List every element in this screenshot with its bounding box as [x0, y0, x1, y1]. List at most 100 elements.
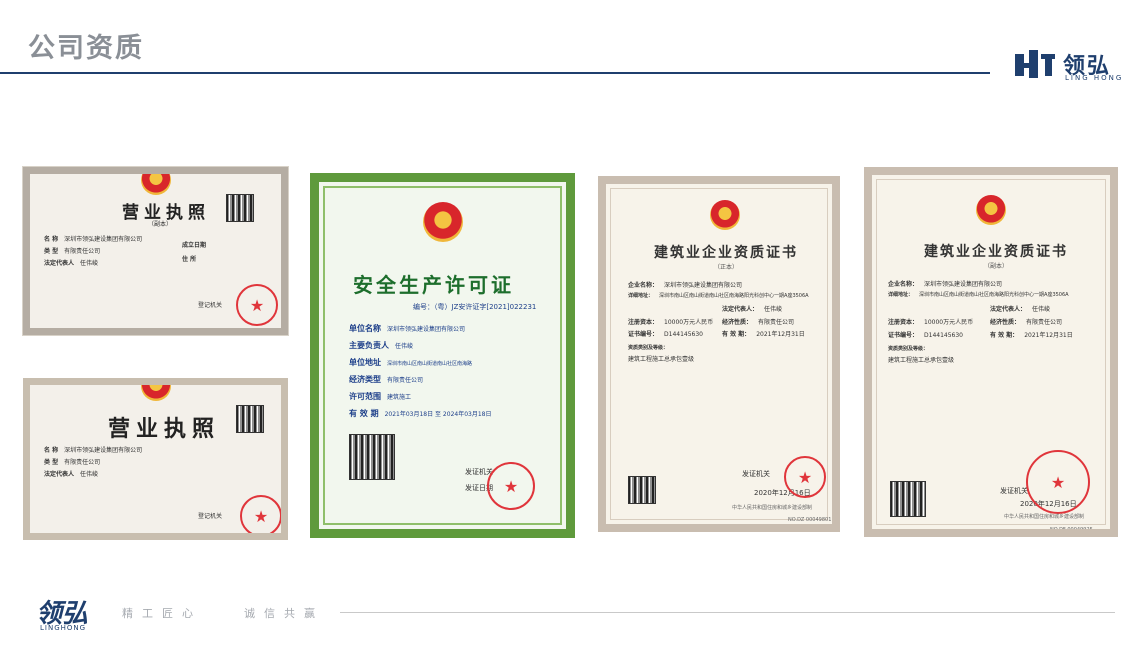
- field-value: 任伟峻: [1032, 306, 1051, 313]
- qualification-certificate-original: 建筑业企业资质证书 （正本） 企业名称： 深圳市领弘建设集团有限公司 详细地址： 深…: [598, 176, 840, 532]
- field-label: 证书编号：: [628, 331, 659, 338]
- field-value: 建筑工程施工总承包壹级: [628, 356, 695, 363]
- field-value: D144145630: [664, 331, 703, 338]
- field-value: 2021年12月31日: [1024, 332, 1073, 339]
- field-value: 有限责任公司: [1026, 319, 1063, 326]
- business-license-original: 营业执照 名 称深圳市领弘建设集团有限公司 类 型有限责任公司 法定代表人 任伟峻…: [23, 378, 288, 540]
- field-label: 类 型: [44, 459, 59, 466]
- field-value: 有限责任公司: [387, 377, 424, 384]
- field-label: 法定代表人: [44, 260, 75, 267]
- page-title: 公司资质: [28, 33, 144, 64]
- field-label: 法定代表人: [44, 471, 75, 478]
- certificate-footer: 中华人民共和国住房和城乡建设部制: [732, 505, 813, 511]
- field-value: 有限责任公司: [64, 248, 101, 255]
- footer-slogan-left: 精工匠心: [122, 607, 202, 620]
- field-label: 法定代表人：: [990, 306, 1027, 313]
- qr-code-icon: [226, 194, 254, 222]
- field-label: 单位地址: [349, 358, 381, 367]
- field-label: 有 效 期：: [990, 332, 1019, 339]
- permit-title: 安全生产许可证: [353, 273, 514, 297]
- qr-code-icon: [890, 481, 926, 517]
- field-value: 深圳市领弘建设集团有限公司: [64, 447, 143, 454]
- qr-code-icon: [349, 434, 395, 480]
- national-emblem-icon: [710, 200, 740, 230]
- field-value: 建筑施工: [387, 394, 412, 401]
- field-label: 名 称: [44, 447, 59, 454]
- qualification-certificate-copy: 建筑业企业资质证书 （副本） 企业名称： 深圳市领弘建设集团有限公司 详细地址： 深…: [864, 167, 1118, 537]
- national-emblem-icon: [423, 202, 463, 242]
- national-emblem-icon: [141, 174, 171, 195]
- field-value: 深圳市南山区南山街道南山社区南海路: [387, 361, 473, 367]
- official-seal-icon: ★: [236, 284, 278, 326]
- field-label: 资质类别及等级：: [888, 346, 929, 352]
- title-divider: [0, 72, 990, 74]
- official-seal-icon: ★: [487, 462, 535, 510]
- field-label: 法定代表人：: [722, 306, 759, 313]
- certificate-authority: 发证机关: [1000, 487, 1028, 495]
- field-label: 类 型: [44, 248, 59, 255]
- field-value: 任伟峻: [80, 471, 99, 478]
- certificate-code: NO.DZ 00049801: [788, 517, 832, 523]
- certificate-title: 建筑业企业资质证书: [924, 244, 1068, 260]
- field-label: 单位名称: [349, 324, 381, 333]
- safety-production-permit: 安全生产许可证 编号：（粤）JZ安许证字[2021]022231 单位名称 深圳市…: [310, 173, 575, 538]
- national-emblem-icon: [141, 385, 171, 401]
- brand-name-en: LING HONG: [1065, 74, 1124, 82]
- field-label: 企业名称：: [888, 281, 919, 288]
- business-license-copy: 营业执照 （副本） 名 称深圳市领弘建设集团有限公司 类 型有限责任公司 法定代…: [22, 166, 289, 336]
- field-value: 10000万元人民币: [924, 319, 974, 326]
- field-value: 2021年12月31日: [756, 331, 805, 338]
- brand-logo: 领弘 LING HONG: [1015, 48, 1135, 82]
- field-label: 企业名称：: [628, 282, 659, 289]
- certificate-subtitle: （正本）: [714, 264, 739, 271]
- field-label: 住 所: [182, 256, 197, 263]
- footer-divider: [340, 612, 1115, 613]
- certificate-subtitle: （副本）: [984, 263, 1009, 270]
- footer-logo-en: LINGHONG: [40, 624, 87, 632]
- field-label: 证书编号：: [888, 332, 919, 339]
- field-value: 有限责任公司: [758, 319, 795, 326]
- field-label: 经济性质：: [722, 319, 753, 326]
- field-value: 深圳市南山区南山街道南山社区南海路阳光科创中心一期A座3506A: [919, 292, 1069, 298]
- field-label: 有 效 期：: [722, 331, 751, 338]
- certificate-title: 建筑业企业资质证书: [654, 245, 798, 261]
- field-label: 成立日期: [182, 242, 207, 249]
- field-value: 深圳市领弘建设集团有限公司: [64, 236, 143, 243]
- permit-number: 编号：（粤）JZ安许证字[2021]022231: [413, 303, 537, 311]
- field-value: 建筑工程施工总承包壹级: [888, 357, 955, 364]
- brand-mark-icon: [1015, 50, 1055, 78]
- field-label: 经济性质：: [990, 319, 1021, 326]
- field-value: 有限责任公司: [64, 459, 101, 466]
- field-value: 深圳市领弘建设集团有限公司: [387, 326, 466, 333]
- qr-code-icon: [628, 476, 656, 504]
- field-label: 详细地址：: [888, 292, 914, 298]
- field-label: 注册资本：: [628, 319, 659, 326]
- certificate-authority: 发证机关: [742, 470, 770, 478]
- field-value: 深圳市领弘建设集团有限公司: [664, 282, 743, 289]
- field-value: 任伟峻: [80, 260, 99, 267]
- field-label: 名 称: [44, 236, 59, 243]
- field-value: 2021年03月18日 至 2024年03月18日: [384, 411, 492, 418]
- certificate-code: NO.DF 00049925: [1050, 527, 1093, 533]
- field-label: 资质类别及等级：: [628, 345, 669, 351]
- field-label: 有 效 期: [349, 409, 379, 418]
- field-value: 深圳市领弘建设集团有限公司: [924, 281, 1003, 288]
- field-label: 注册资本：: [888, 319, 919, 326]
- certificate-footer: 中华人民共和国住房和城乡建设部制: [1004, 514, 1085, 520]
- field-value: 任伟峻: [764, 306, 783, 313]
- qr-code-icon: [236, 405, 264, 433]
- field-value: 10000万元人民币: [664, 319, 714, 326]
- field-value: 任伟峻: [395, 343, 414, 350]
- license-subtitle: （副本）: [148, 221, 173, 228]
- field-label: 许可范围: [349, 392, 381, 401]
- national-emblem-icon: [976, 195, 1006, 225]
- field-label: 经济类型: [349, 375, 381, 384]
- official-seal-icon: ★: [240, 495, 281, 533]
- field-value: D144145630: [924, 332, 963, 339]
- official-seal-icon: ★: [784, 456, 826, 498]
- footer-slogan-right: 诚信共赢: [244, 607, 324, 620]
- official-seal-icon: ★: [1026, 450, 1090, 514]
- license-authority: 登记机关: [198, 302, 223, 309]
- license-authority: 登记机关: [198, 513, 223, 520]
- field-value: 深圳市南山区南山街道南山社区南海路阳光科创中心一期A座3506A: [659, 293, 809, 299]
